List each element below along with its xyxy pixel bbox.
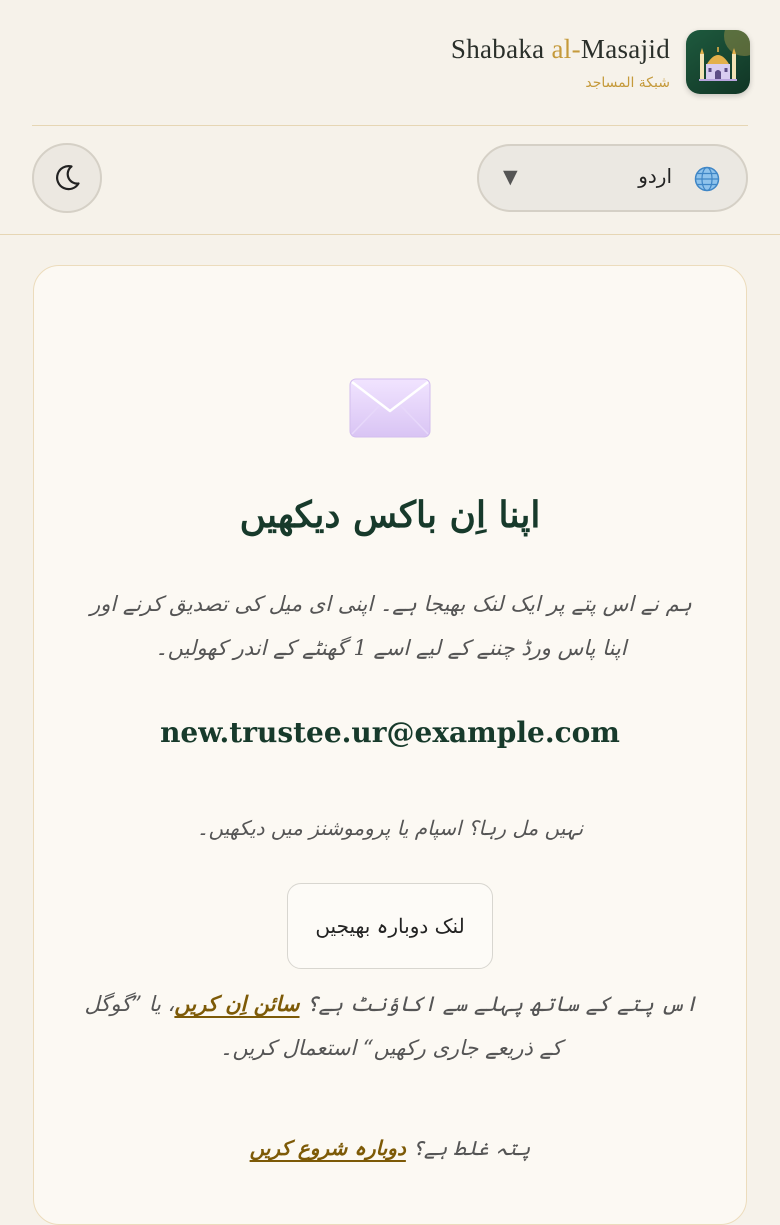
existing-account-prefix: اس پتے کے ساتھ پہلے سے اکاؤنٹ ہے؟ [299, 992, 698, 1016]
brand[interactable]: Shabaka al-Masajid شبكة المساجد [451, 30, 750, 94]
logo[interactable] [686, 30, 750, 94]
envelope-icon [349, 378, 431, 438]
restart-link[interactable]: دوبارہ شروع کریں [250, 1136, 406, 1160]
brand-text: Shabaka al-Masajid شبكة المساجد [451, 30, 670, 91]
moon-icon [56, 165, 80, 191]
globe-icon [694, 166, 720, 192]
resend-link-button[interactable]: لنک دوبارہ بھیجیں [287, 883, 493, 969]
verify-email-card: اپنا اِن باکس دیکھیں ہم نے اس پتے پر ایک… [33, 265, 747, 1225]
restart-prefix: پتہ غلط ہے؟ [405, 1136, 531, 1160]
brand-title-suffix: Masajid [580, 34, 670, 64]
spam-hint-text: نہیں مل رہا؟ اسپام یا پروموشنز میں دیکھی… [196, 816, 584, 840]
controls-divider [0, 234, 780, 235]
existing-account-text: اس پتے کے ساتھ پہلے سے اکاؤنٹ ہے؟ سائن ا… [82, 982, 700, 1070]
mosque-icon [699, 47, 737, 81]
brand-title-accent: al- [551, 34, 581, 64]
email-address: new.trustee.ur@example.com [160, 716, 620, 749]
controls-bar: ▼ اردو [0, 126, 780, 234]
brand-subtitle: شبكة المساجد [585, 75, 670, 91]
app-header: Shabaka al-Masajid شبكة المساجد [0, 0, 780, 126]
brand-title: Shabaka al-Masajid [451, 34, 670, 65]
language-label: اردو [638, 164, 672, 188]
instruction-text: ہم نے اس پتے پر ایک لنک بھیجا ہے۔ اپنی ا… [90, 592, 692, 660]
theme-toggle-button[interactable] [32, 143, 102, 213]
page-title: اپنا اِن باکس دیکھیں [239, 494, 541, 536]
restart-text: پتہ غلط ہے؟ دوبارہ شروع کریں [34, 1136, 746, 1160]
brand-title-prefix: Shabaka [450, 34, 552, 64]
chevron-down-icon: ▼ [503, 166, 518, 188]
language-select[interactable]: ▼ اردو [477, 144, 748, 212]
sign-in-link[interactable]: سائن اِن کریں [174, 991, 299, 1016]
